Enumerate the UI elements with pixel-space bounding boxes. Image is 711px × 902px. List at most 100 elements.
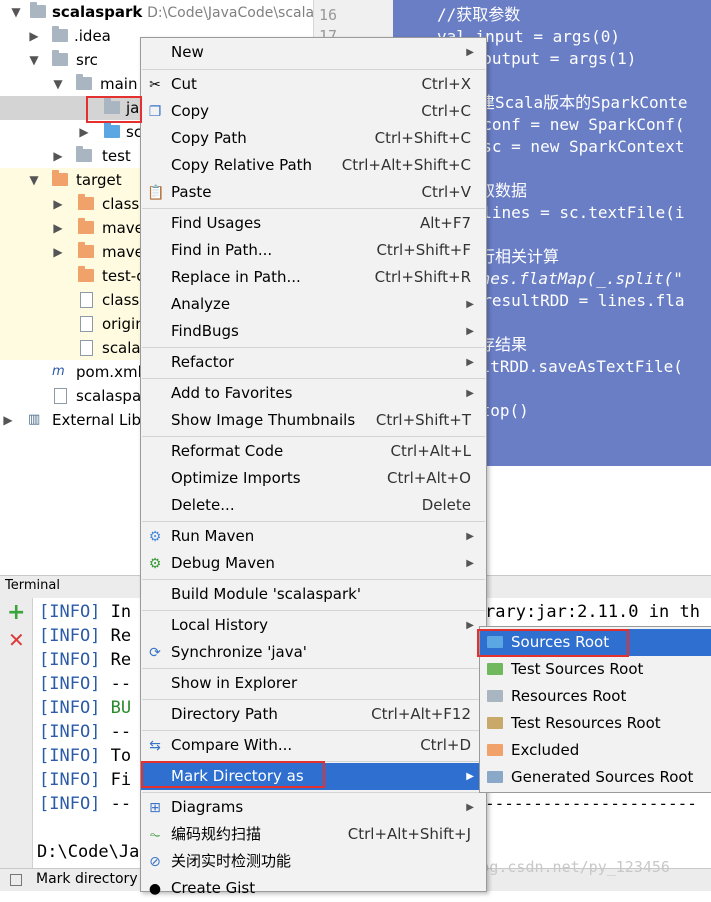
- menu-item-copy-path[interactable]: Copy Path Ctrl+Shift+C: [141, 125, 486, 152]
- submenu-item-generated-sources-root[interactable]: Generated Sources Root: [480, 764, 711, 791]
- chevron-down-icon[interactable]: ▼: [52, 72, 64, 96]
- test-folder-icon: [487, 663, 503, 675]
- folder-icon: [78, 242, 94, 258]
- code-line: output = args(1): [463, 49, 637, 68]
- chevron-right-icon[interactable]: ▶: [2, 408, 14, 432]
- menu-item-findbugs[interactable]: FindBugs ▶: [141, 318, 486, 345]
- gear-icon: ⚙: [148, 556, 162, 572]
- code-line: 行相关计算: [479, 247, 560, 266]
- menu-item-delete[interactable]: Delete... Delete: [141, 492, 486, 519]
- folder-icon: [78, 266, 94, 282]
- menu-item-add-to-favorites[interactable]: Add to Favorites ▶: [141, 380, 486, 407]
- submenu-item-test-sources-root[interactable]: Test Sources Root: [480, 656, 711, 683]
- menu-item-replace-in-path[interactable]: Replace in Path... Ctrl+Shift+R: [141, 264, 486, 291]
- tree-root[interactable]: ▼ scalaspark D:\Code\JavaCode\scala: [0, 0, 313, 24]
- chevron-down-icon[interactable]: ▼: [28, 168, 40, 192]
- status-text: Mark directory: [36, 871, 138, 887]
- compare-icon: ⇆: [149, 738, 161, 754]
- source-folder-icon: [104, 122, 120, 138]
- submenu-arrow-icon: ▶: [466, 620, 474, 631]
- menu-item-show-in-explorer[interactable]: Show in Explorer: [141, 670, 486, 697]
- menu-item-diagrams[interactable]: ⊞ Diagrams ▶: [141, 794, 486, 821]
- menu-item-local-history[interactable]: Local History ▶: [141, 612, 486, 639]
- terminal-prompt: D:\Code\Ja: [37, 842, 140, 862]
- highlight-box-mark-directory: [141, 761, 325, 788]
- project-name: scalaspark: [52, 3, 143, 21]
- menu-item-copy-relative-path[interactable]: Copy Relative Path Ctrl+Alt+Shift+C: [141, 152, 486, 179]
- submenu-item-resources-root[interactable]: Resources Root: [480, 683, 711, 710]
- menu-item-create-gist[interactable]: ● Create Gist: [141, 875, 486, 902]
- menu-item-run-maven[interactable]: ⚙ Run Maven ▶: [141, 523, 486, 550]
- folder-icon: [52, 50, 68, 66]
- menu-item-cut[interactable]: ✂ Cut Ctrl+X: [141, 71, 486, 98]
- library-icon: ▥: [28, 412, 41, 427]
- scan-icon: ⏦: [149, 827, 161, 843]
- menu-item-debug-maven[interactable]: ⚙ Debug Maven ▶: [141, 550, 486, 577]
- submenu-arrow-icon: ▶: [466, 388, 474, 399]
- folder-icon: [78, 218, 94, 234]
- highlight-box-java: [86, 96, 142, 123]
- folder-icon: [76, 74, 92, 90]
- code-line: conf = new SparkConf(: [463, 115, 685, 134]
- submenu-item-excluded[interactable]: Excluded: [480, 737, 711, 764]
- menu-item-find-in-path[interactable]: Find in Path... Ctrl+Shift+F: [141, 237, 486, 264]
- file-icon: [80, 316, 93, 332]
- sync-icon: ⟳: [149, 645, 161, 661]
- copy-icon: ❐: [148, 104, 162, 120]
- submenu-arrow-icon: ▶: [466, 558, 474, 569]
- diagram-icon: ⊞: [149, 800, 161, 816]
- layout-icon[interactable]: [10, 874, 22, 886]
- code-line: ltRDD.saveAsTextFile(: [471, 357, 683, 376]
- submenu-item-test-resources-root[interactable]: Test Resources Root: [480, 710, 711, 737]
- menu-item-find-usages[interactable]: Find Usages Alt+F7: [141, 210, 486, 237]
- line-number: 16: [319, 6, 338, 24]
- highlight-box-sources-root: [477, 629, 629, 657]
- menu-item-synchronize[interactable]: ⟳ Synchronize 'java': [141, 639, 486, 666]
- chevron-right-icon[interactable]: ▶: [52, 216, 64, 240]
- chevron-right-icon[interactable]: ▶: [52, 192, 64, 216]
- submenu-arrow-icon: ▶: [466, 531, 474, 542]
- menu-item-analyze[interactable]: Analyze ▶: [141, 291, 486, 318]
- menu-item-show-image-thumbnails[interactable]: Show Image Thumbnails Ctrl+Shift+T: [141, 407, 486, 434]
- terminal-dash-line: ----------------------: [485, 794, 697, 813]
- menu-item-paste[interactable]: 📋 Paste Ctrl+V: [141, 179, 486, 206]
- file-icon: [54, 388, 67, 404]
- menu-item-compare-with[interactable]: ⇆ Compare With... Ctrl+D: [141, 732, 486, 759]
- chevron-down-icon[interactable]: ▼: [28, 48, 40, 72]
- menu-item-copy[interactable]: ❐ Copy Ctrl+C: [141, 98, 486, 125]
- chevron-right-icon[interactable]: ▶: [78, 120, 90, 144]
- code-line: resultRDD = lines.fla: [463, 291, 685, 310]
- code-line: 建Scala版本的SparkConte: [479, 93, 688, 112]
- excluded-folder-icon: [52, 170, 68, 186]
- submenu-arrow-icon: ▶: [466, 802, 474, 813]
- close-icon[interactable]: ✕: [8, 630, 25, 650]
- menu-item-optimize-imports[interactable]: Optimize Imports Ctrl+Alt+O: [141, 465, 486, 492]
- excluded-folder-icon: [487, 744, 503, 756]
- menu-item-directory-path[interactable]: Directory Path Ctrl+Alt+F12: [141, 701, 486, 728]
- menu-item-disable-realtime-check[interactable]: ⊘ 关闭实时检测功能: [141, 848, 486, 875]
- submenu-arrow-icon: ▶: [466, 771, 474, 782]
- chevron-down-icon[interactable]: ▼: [10, 0, 22, 24]
- submenu-arrow-icon: ▶: [466, 357, 474, 368]
- menu-item-new[interactable]: New ▶: [141, 39, 486, 66]
- submenu-arrow-icon: ▶: [466, 299, 474, 310]
- add-icon[interactable]: +: [7, 602, 25, 624]
- generated-folder-icon: [487, 771, 503, 783]
- test-resources-folder-icon: [487, 717, 503, 729]
- submenu-arrow-icon: ▶: [466, 326, 474, 337]
- chevron-right-icon[interactable]: ▶: [28, 24, 40, 48]
- chevron-right-icon[interactable]: ▶: [52, 240, 64, 264]
- folder-icon: [78, 194, 94, 210]
- code-line: sc = new SparkContext: [463, 137, 685, 156]
- menu-item-reformat-code[interactable]: Reformat Code Ctrl+Alt+L: [141, 438, 486, 465]
- project-path: D:\Code\JavaCode\scala: [147, 5, 313, 21]
- menu-item-refactor[interactable]: Refactor ▶: [141, 349, 486, 376]
- paste-icon: 📋: [147, 185, 165, 201]
- terminal-right-text: rary:jar:2.11.0 in th: [485, 602, 700, 622]
- chevron-right-icon[interactable]: ▶: [52, 144, 64, 168]
- github-icon: ●: [148, 881, 162, 897]
- menu-item-build-module[interactable]: Build Module 'scalaspark': [141, 581, 486, 608]
- menu-item-code-scan[interactable]: ⏦ 编码规约扫描 Ctrl+Alt+Shift+J: [141, 821, 486, 848]
- block-icon: ⊘: [149, 854, 161, 870]
- gear-icon: ⚙: [148, 529, 162, 545]
